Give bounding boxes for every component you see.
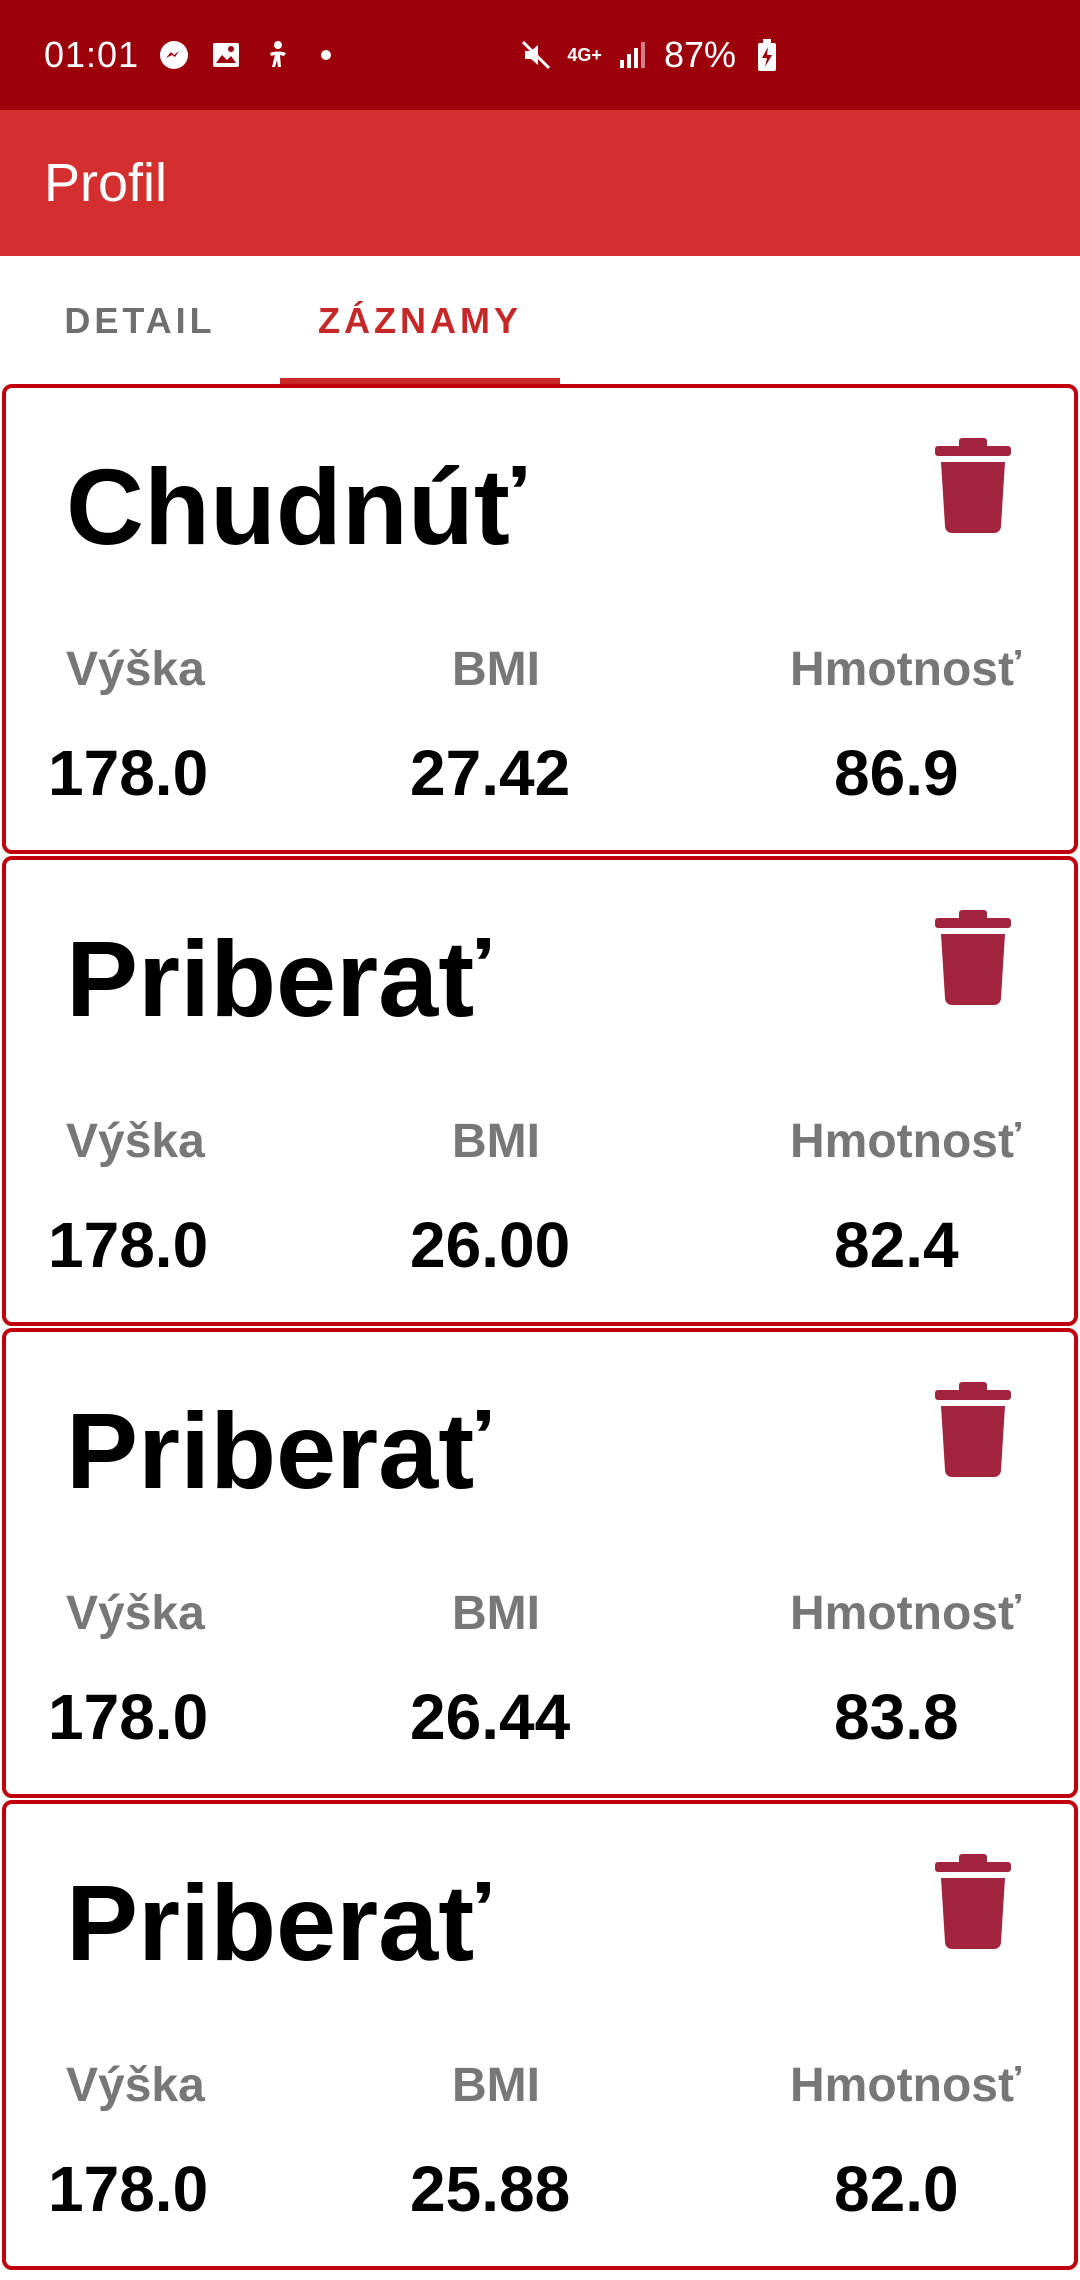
height-value: 178.0 [48,2153,209,2225]
height-label: Výška [66,643,205,696]
bmi-label: BMI [452,1587,540,1640]
record-goal: Priberať [66,1862,490,1983]
record-card[interactable]: Chudnúť Výška BMI Hmotnosť 178.0 27.42 8… [2,384,1078,854]
weight-label: Hmotnosť [790,2059,1021,2112]
delete-button[interactable] [932,438,1014,538]
weight-label: Hmotnosť [790,1115,1021,1168]
height-value: 178.0 [48,1681,209,1753]
weight-value: 82.0 [834,2153,959,2225]
status-right: 4G+ 87% [519,0,784,110]
height-label: Výška [66,1115,205,1168]
bmi-value: 27.42 [410,737,571,809]
bmi-value: 26.44 [410,1681,571,1753]
app-bar: Profil [0,110,1080,256]
height-label: Výška [66,2059,205,2112]
delete-button[interactable] [932,910,1014,1010]
height-label: Výška [66,1587,205,1640]
delete-button[interactable] [932,1382,1014,1482]
notification-dot-icon [321,50,332,60]
delete-button[interactable] [932,1854,1014,1954]
trash-icon [935,438,1011,533]
tab-bar: DETAIL ZÁZNAMY [0,256,1080,386]
record-goal: Priberať [66,1390,490,1511]
messenger-icon [157,38,191,72]
weight-value: 86.9 [834,737,959,809]
page-title: Profil [44,153,168,213]
bmi-label: BMI [452,2059,540,2112]
bmi-label: BMI [452,643,540,696]
status-left: 01:01 [44,0,332,110]
trash-icon [935,910,1011,1005]
bmi-value: 26.00 [410,1209,571,1281]
mute-icon [519,38,553,72]
status-time: 01:01 [44,34,140,75]
height-value: 178.0 [48,737,209,809]
record-goal: Priberať [66,918,490,1039]
record-card[interactable]: Priberať Výška BMI Hmotnosť 178.0 26.44 … [2,1328,1078,1798]
record-card[interactable]: Priberať Výška BMI Hmotnosť 178.0 26.00 … [2,856,1078,1326]
tab-detail[interactable]: DETAIL [40,256,240,386]
gallery-icon [209,38,243,72]
record-goal: Chudnúť [66,446,526,567]
status-bar: 01:01 4G+ 87% [0,0,1080,110]
height-value: 178.0 [48,1209,209,1281]
battery-percent: 87% [663,34,736,75]
weight-label: Hmotnosť [790,643,1021,696]
weight-label: Hmotnosť [790,1587,1021,1640]
trash-icon [935,1382,1011,1477]
weight-value: 82.4 [834,1209,959,1281]
weight-value: 83.8 [834,1681,959,1753]
accessibility-icon [261,38,295,72]
bmi-value: 25.88 [410,2153,571,2225]
bmi-label: BMI [452,1115,540,1168]
record-card[interactable]: Priberať Výška BMI Hmotnosť 178.0 25.88 … [2,1800,1078,2270]
battery-charging-icon [750,38,784,72]
signal-icon [616,38,650,72]
tab-zaznamy[interactable]: ZÁZNAMY [280,256,560,386]
trash-icon [935,1854,1011,1949]
network-type: 4G+ [567,44,602,65]
